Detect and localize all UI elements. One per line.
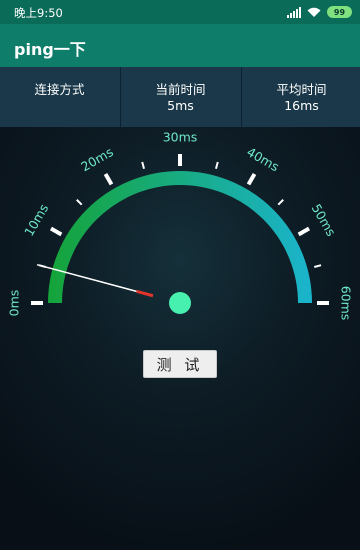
gauge-hub <box>169 292 191 314</box>
stat-label: 平均时间 <box>276 82 327 97</box>
wifi-icon <box>307 7 321 18</box>
gauge-minor-tick <box>141 161 145 169</box>
gauge-arc <box>48 171 312 304</box>
stats-bar: 连接方式 当前时间 5ms 平均时间 16ms <box>0 67 360 127</box>
gauge-major-tick <box>246 172 257 186</box>
stat-current-time: 当前时间 5ms <box>120 67 240 127</box>
gauge-minor-tick <box>76 199 83 206</box>
status-bar: 晚上9:50 99 <box>0 0 360 24</box>
stat-value: 5ms <box>167 98 194 113</box>
gauge-tick-label: 50ms <box>309 201 339 238</box>
signal-icon <box>287 6 301 18</box>
gauge-tick-label: 20ms <box>78 144 115 174</box>
gauge-major-tick <box>49 226 63 237</box>
gauge-tick-label: 30ms <box>163 130 198 145</box>
gauge-minor-tick <box>314 264 322 268</box>
gauge-tick-label: 40ms <box>244 144 281 174</box>
status-time: 晚上9:50 <box>14 6 63 20</box>
stat-label: 连接方式 <box>34 82 85 97</box>
gauge-tick-label: 0ms <box>7 290 22 317</box>
gauge-tick-label: 60ms <box>339 286 354 321</box>
battery-icon: 99 <box>327 6 352 18</box>
status-icons: 99 <box>287 4 352 20</box>
stat-connection-type: 连接方式 <box>0 67 119 127</box>
test-button[interactable]: 测 试 <box>143 350 217 378</box>
speed-gauge: 0ms 10ms 20ms 30ms 40ms 50ms 60ms <box>7 130 354 321</box>
gauge-needle-tip <box>136 289 154 298</box>
gauge-major-tick <box>297 226 311 237</box>
stat-value: 16ms <box>284 98 319 113</box>
gauge-minor-tick <box>277 199 284 206</box>
gauge-minor-tick <box>215 161 219 169</box>
gauge-major-tick <box>103 172 114 186</box>
stat-label: 当前时间 <box>155 82 206 97</box>
app-bar: ping一下 <box>0 24 360 67</box>
gauge-tick-label: 10ms <box>21 201 51 238</box>
app-title: ping一下 <box>14 40 86 59</box>
stat-average-time: 平均时间 16ms <box>241 67 360 127</box>
